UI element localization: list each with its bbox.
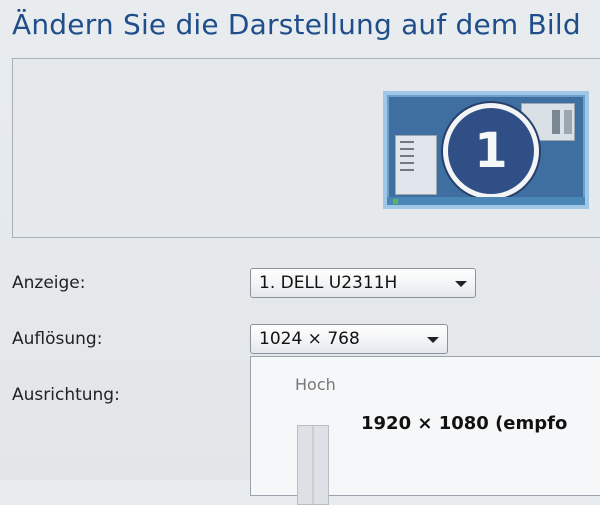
monitor-number-badge: 1 bbox=[443, 103, 539, 199]
resolution-slider[interactable] bbox=[297, 425, 329, 505]
orientation-high-label: Hoch bbox=[295, 375, 336, 394]
desktop-taskbar bbox=[387, 197, 585, 205]
monitor-1-thumbnail[interactable]: 1 bbox=[383, 91, 589, 209]
resolution-select[interactable]: 1024 × 768 bbox=[250, 324, 448, 354]
start-icon bbox=[393, 199, 398, 204]
resolution-option[interactable]: 1920 × 1080 (empfo bbox=[361, 413, 567, 434]
orientation-label: Ausrichtung: bbox=[12, 385, 120, 405]
page-title: Ändern Sie die Darstellung auf dem Bild bbox=[12, 8, 581, 41]
desktop-window-icon bbox=[395, 135, 437, 195]
display-label: Anzeige: bbox=[12, 273, 86, 293]
resolution-dropdown-panel[interactable]: Hoch 1920 × 1080 (empfo bbox=[250, 356, 600, 505]
display-select[interactable]: 1. DELL U2311H bbox=[250, 268, 476, 298]
display-select-value: 1. DELL U2311H bbox=[259, 273, 398, 293]
chevron-down-icon bbox=[455, 281, 467, 287]
display-preview-area: 1 bbox=[12, 58, 600, 238]
monitor-number: 1 bbox=[474, 123, 508, 179]
resolution-label: Auflösung: bbox=[12, 329, 103, 349]
resolution-select-value: 1024 × 768 bbox=[259, 329, 360, 349]
chevron-down-icon bbox=[427, 337, 439, 343]
